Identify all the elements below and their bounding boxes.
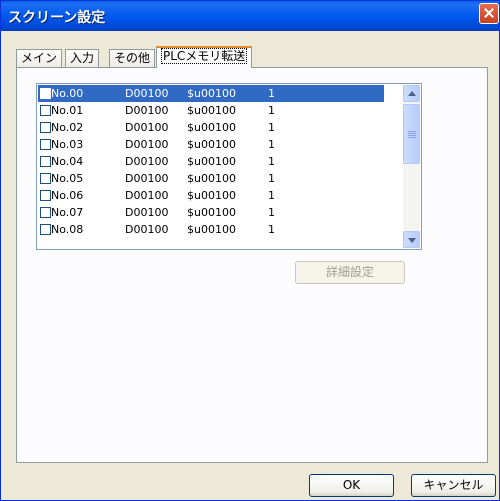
item-number: No.03	[51, 138, 84, 151]
word-count: 1	[268, 104, 275, 117]
device-address: D00100	[125, 104, 169, 117]
tab-label: メイン	[21, 51, 58, 65]
device-address: D00100	[125, 155, 169, 168]
variable-address: $u00100	[187, 155, 236, 168]
device-address: D00100	[125, 189, 169, 202]
checkbox[interactable]	[40, 207, 51, 218]
vertical-scrollbar[interactable]	[403, 85, 420, 248]
item-number: No.06	[51, 189, 84, 202]
scroll-thumb[interactable]	[403, 104, 420, 164]
dialog-window: スクリーン設定 メイン 入力 その他 PLCメモリ転送 No.00 D00100 $…	[0, 0, 500, 501]
checkbox[interactable]	[40, 190, 51, 201]
word-count: 1	[268, 189, 275, 202]
list-item[interactable]: No.05 D00100 $u00100 1	[38, 170, 384, 187]
tab-label: PLCメモリ転送	[161, 48, 248, 64]
item-number: No.05	[51, 172, 84, 185]
tab-panel: No.00 D00100 $u00100 1 No.01 D00100 $u00100 1 No…	[16, 67, 488, 463]
checkbox[interactable]	[40, 88, 51, 99]
detail-settings-button[interactable]: 詳細設定	[295, 261, 405, 284]
variable-address: $u00100	[187, 206, 236, 219]
word-count: 1	[268, 206, 275, 219]
checkbox[interactable]	[40, 105, 51, 116]
checkbox[interactable]	[40, 173, 51, 184]
list-item[interactable]: No.03 D00100 $u00100 1	[38, 136, 384, 153]
grip-line	[408, 137, 416, 138]
ok-button[interactable]: OK	[309, 474, 394, 497]
list-item[interactable]: No.04 D00100 $u00100 1	[38, 153, 384, 170]
checkbox[interactable]	[40, 224, 51, 235]
close-icon[interactable]	[479, 3, 499, 24]
tab-other[interactable]: その他	[109, 49, 156, 67]
list-item[interactable]: No.08 D00100 $u00100 1	[38, 221, 384, 238]
variable-address: $u00100	[187, 138, 236, 151]
scroll-up-button[interactable]	[403, 85, 420, 102]
variable-address: $u00100	[187, 104, 236, 117]
item-number: No.04	[51, 155, 84, 168]
list-item[interactable]: No.07 D00100 $u00100 1	[38, 204, 384, 221]
tab-label: 入力	[70, 51, 95, 65]
device-address: D00100	[125, 206, 169, 219]
checkbox[interactable]	[40, 122, 51, 133]
word-count: 1	[268, 138, 275, 151]
list-item[interactable]: No.00 D00100 $u00100 1	[38, 85, 384, 102]
device-address: D00100	[125, 121, 169, 134]
variable-address: $u00100	[187, 87, 236, 100]
list-item[interactable]: No.01 D00100 $u00100 1	[38, 102, 384, 119]
device-address: D00100	[125, 223, 169, 236]
memory-transfer-list[interactable]: No.00 D00100 $u00100 1 No.01 D00100 $u00100 1 No…	[36, 83, 422, 250]
cancel-button[interactable]: キャンセル	[411, 474, 496, 497]
device-address: D00100	[125, 138, 169, 151]
tab-main[interactable]: メイン	[16, 49, 63, 67]
list-item[interactable]: No.02 D00100 $u00100 1	[38, 119, 384, 136]
grip-line	[408, 133, 416, 134]
item-number: No.02	[51, 121, 84, 134]
checkbox[interactable]	[40, 156, 51, 167]
list-item[interactable]: No.06 D00100 $u00100 1	[38, 187, 384, 204]
word-count: 1	[268, 155, 275, 168]
title-bar[interactable]: スクリーン設定	[1, 1, 499, 31]
variable-address: $u00100	[187, 223, 236, 236]
word-count: 1	[268, 87, 275, 100]
checkbox[interactable]	[40, 139, 51, 150]
variable-address: $u00100	[187, 121, 236, 134]
variable-address: $u00100	[187, 172, 236, 185]
tab-label: その他	[114, 51, 151, 65]
device-address: D00100	[125, 87, 169, 100]
arrow-up-icon	[408, 91, 416, 96]
arrow-down-icon	[408, 238, 416, 243]
grip-line	[408, 131, 416, 132]
grip-line	[408, 135, 416, 136]
item-number: No.00	[51, 87, 84, 100]
scroll-down-button[interactable]	[403, 231, 420, 248]
word-count: 1	[268, 172, 275, 185]
item-number: No.07	[51, 206, 84, 219]
tab-plc-memory-transfer[interactable]: PLCメモリ転送	[156, 46, 253, 68]
item-number: No.08	[51, 223, 84, 236]
variable-address: $u00100	[187, 189, 236, 202]
tab-input[interactable]: 入力	[65, 49, 100, 67]
word-count: 1	[268, 121, 275, 134]
item-number: No.01	[51, 104, 84, 117]
device-address: D00100	[125, 172, 169, 185]
word-count: 1	[268, 223, 275, 236]
window-title: スクリーン設定	[8, 10, 106, 26]
